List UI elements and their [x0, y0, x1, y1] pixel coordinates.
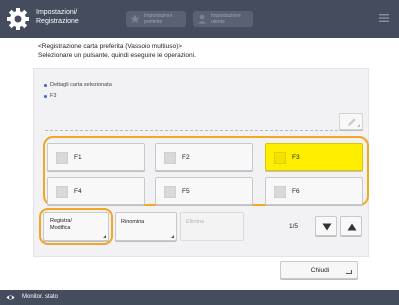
favorite-button-f2[interactable]: F2 — [155, 143, 253, 171]
favorite-button-f1[interactable]: F1 — [47, 143, 145, 171]
corner-mark — [357, 124, 360, 127]
favorite-button-f5[interactable]: F5 — [155, 177, 253, 205]
divider — [45, 130, 363, 131]
bullet-icon — [44, 83, 47, 87]
details-value-text: F3 — [50, 93, 57, 99]
user-icon — [197, 14, 207, 24]
corner-mark — [171, 235, 174, 238]
delete-label: Elimina — [186, 219, 205, 225]
corner-mark — [103, 235, 106, 238]
delete-button: Elimina — [180, 212, 244, 241]
register-label-2: Modifica — [50, 225, 71, 231]
rename-button[interactable]: Rinomina — [115, 212, 177, 241]
paper-swatch-icon — [274, 152, 286, 164]
favorite-settings-button[interactable]: Impostazioni preferite — [126, 11, 186, 27]
register-label-1: Registra/ — [50, 218, 73, 224]
triangle-down-icon — [322, 223, 332, 231]
favorite-button-f6[interactable]: F6 — [265, 177, 363, 205]
user-settings-label-2: utente — [211, 19, 225, 25]
paper-swatch-icon — [164, 152, 176, 164]
close-button[interactable]: Chiudi — [280, 261, 358, 279]
pencil-icon — [348, 118, 356, 126]
star-icon — [130, 14, 140, 24]
favorite-label: F5 — [182, 188, 190, 195]
details-heading-text: Dettagli carta selezionata — [50, 82, 112, 88]
return-icon — [346, 270, 352, 274]
favorite-settings-label-2: preferite — [144, 19, 163, 25]
details-value: F3 — [44, 93, 56, 99]
paper-swatch-icon — [274, 186, 286, 198]
dialog-heading: <Registrazione carta preferita (Vassoio … — [38, 43, 183, 50]
paper-swatch-icon — [56, 152, 68, 164]
favorite-button-f4[interactable]: F4 — [47, 177, 145, 205]
dialog-instruction: Selezionare un pulsante, quindi eseguire… — [38, 52, 196, 59]
scroll-up-button[interactable] — [340, 216, 362, 236]
title-bar: Impostazioni/ Registrazione Impostazioni… — [0, 0, 399, 38]
gear-icon — [7, 8, 29, 30]
favorite-label: F2 — [182, 154, 190, 161]
user-settings-button[interactable]: Impostazione utente — [193, 11, 253, 27]
scroll-down-button[interactable] — [315, 216, 337, 236]
status-monitor-icon — [6, 295, 15, 300]
bullet-icon — [44, 94, 47, 98]
page-title: Impostazioni/ Registrazione — [36, 8, 96, 26]
details-heading: Dettagli carta selezionata — [44, 82, 112, 88]
title-line-2: Registrazione — [36, 18, 79, 25]
paper-swatch-icon — [56, 186, 68, 198]
edit-details-button — [339, 113, 363, 130]
menu-icon[interactable] — [378, 12, 390, 24]
favorite-label: F4 — [74, 188, 82, 195]
favorite-label: F6 — [292, 188, 300, 195]
paper-swatch-icon — [164, 186, 176, 198]
rename-label: Rinomina — [121, 219, 145, 225]
title-line-1: Impostazioni/ — [36, 9, 78, 16]
triangle-up-icon — [347, 223, 357, 231]
status-monitor-label: Monitor. stato — [22, 294, 59, 300]
favorite-label: F3 — [292, 154, 300, 161]
favorite-label: F1 — [74, 154, 82, 161]
page-indicator: 1/5 — [289, 223, 299, 230]
register-edit-button[interactable]: Registra/ Modifica — [43, 212, 109, 241]
status-bar[interactable]: Monitor. stato — [0, 290, 399, 305]
favorite-button-f3[interactable]: F3 — [265, 143, 363, 171]
